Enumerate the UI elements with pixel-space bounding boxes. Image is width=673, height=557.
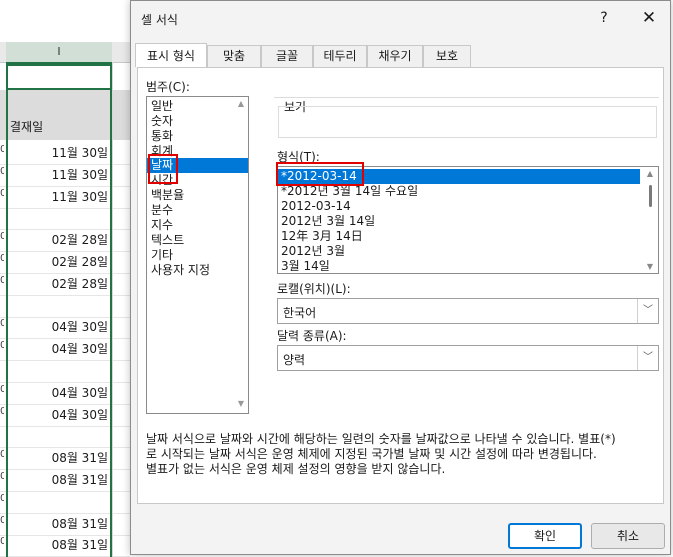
format-item[interactable]: 12年 3月 14日	[278, 229, 640, 244]
tab-protection[interactable]: 보호	[423, 45, 471, 67]
category-highlight-box	[148, 154, 178, 184]
row-edge-text: 0	[0, 231, 4, 243]
scroll-down-icon[interactable]: ▼	[644, 262, 656, 271]
row-edge-text: 0	[0, 165, 4, 177]
description-line: 날짜 서식으로 날짜와 시간에 해당하는 일련의 숫자를 날짜값으로 나타낼 수…	[146, 432, 616, 446]
description-line: 로 시작되는 날짜 서식은 운영 체제에 지정된 국가별 날짜 및 시간 설정에…	[146, 447, 597, 461]
calendar-value: 양력	[283, 353, 306, 367]
row-edge-text: 0	[0, 187, 4, 199]
calendar-select[interactable]: 양력 ﹀	[277, 345, 659, 371]
row-edge-text: 0	[0, 318, 4, 330]
row-edge-text: 0	[0, 383, 4, 395]
scrollbar-thumb[interactable]	[649, 185, 652, 207]
row-edge-text: 0	[0, 274, 4, 286]
row-edge-text: 0	[0, 449, 4, 461]
format-description: 날짜 서식으로 날짜와 시간에 해당하는 일련의 숫자를 날짜값으로 나타낼 수…	[146, 432, 658, 477]
chevron-down-icon[interactable]: ﹀	[637, 346, 658, 370]
ok-button[interactable]: 확인	[508, 523, 582, 549]
help-button[interactable]: ?	[595, 9, 613, 27]
category-item[interactable]: 통화	[147, 129, 248, 144]
category-item[interactable]: 분수	[147, 203, 248, 218]
row-edge-text: 0	[0, 144, 4, 155]
calendar-label: 달력 종류(A):	[277, 329, 347, 343]
row-edge-text: 0	[0, 471, 4, 482]
dialog-titlebar[interactable]: 셀 서식 ? ✕	[131, 1, 670, 35]
format-item[interactable]: 3월 14일	[278, 259, 640, 273]
row-edge-text: 0	[0, 253, 4, 264]
row-edge-text: 0	[0, 536, 4, 548]
selected-cell[interactable]	[6, 64, 112, 90]
sample-preview	[278, 106, 657, 138]
column-header-i[interactable]: I	[6, 42, 112, 64]
tab-alignment[interactable]: 맞춤	[207, 45, 261, 67]
tab-font[interactable]: 글꼴	[261, 45, 313, 67]
row-edge-text: 0	[0, 514, 4, 526]
close-icon[interactable]: ✕	[637, 7, 661, 29]
cancel-button[interactable]: 취소	[591, 523, 665, 549]
tab-fill[interactable]: 채우기	[367, 45, 423, 67]
category-item[interactable]: 백분율	[147, 188, 248, 203]
column-selection-border	[6, 90, 112, 557]
category-item[interactable]: 지수	[147, 218, 248, 233]
category-item[interactable]: 텍스트	[147, 233, 248, 248]
row-edge-text: 0	[0, 492, 4, 504]
format-cells-dialog: 셀 서식 ? ✕ 표시 형식 맞춤 글꼴 테두리 채우기 보호 범주(C): 일…	[130, 0, 671, 555]
row-edge-text: 0	[0, 405, 4, 417]
format-item[interactable]: 2012년 3월	[278, 244, 640, 259]
format-item[interactable]: 2012-03-14	[278, 199, 640, 214]
description-line: 별표가 없는 서식은 운영 체제 설정의 영향을 받지 않습니다.	[146, 462, 446, 476]
locale-value: 한국어	[283, 306, 317, 320]
chevron-down-icon[interactable]: ﹀	[637, 299, 658, 323]
scroll-down-icon[interactable]: ▼	[236, 399, 246, 409]
category-list[interactable]: 일반 숫자 통화 회계 날짜 시간 백분율 분수 지수 텍스트 기타 사용자 지…	[146, 96, 249, 414]
format-item[interactable]: *2012년 3월 14일 수요일	[278, 184, 640, 199]
category-item[interactable]: 기타	[147, 248, 248, 263]
tab-panel: 범주(C): 일반 숫자 통화 회계 날짜 시간 백분율 분수 지수 텍스트 기…	[137, 67, 664, 504]
format-highlight-box	[276, 162, 364, 186]
dialog-title: 셀 서식	[141, 13, 178, 27]
category-item[interactable]: 일반	[147, 99, 248, 114]
category-label: 범주(C):	[146, 80, 190, 94]
format-item[interactable]: 2012년 3월 14일	[278, 214, 640, 229]
row-edge-text: 0	[0, 340, 4, 352]
locale-select[interactable]: 한국어 ﹀	[277, 298, 659, 324]
tab-number-format[interactable]: 표시 형식	[135, 43, 207, 67]
locale-label: 로캘(위치)(L):	[277, 282, 351, 296]
tab-border[interactable]: 테두리	[313, 45, 367, 67]
scroll-up-icon[interactable]: ▲	[644, 169, 656, 178]
category-item[interactable]: 숫자	[147, 114, 248, 129]
category-item[interactable]: 사용자 지정	[147, 263, 248, 278]
scroll-up-icon[interactable]: ▲	[236, 99, 246, 109]
